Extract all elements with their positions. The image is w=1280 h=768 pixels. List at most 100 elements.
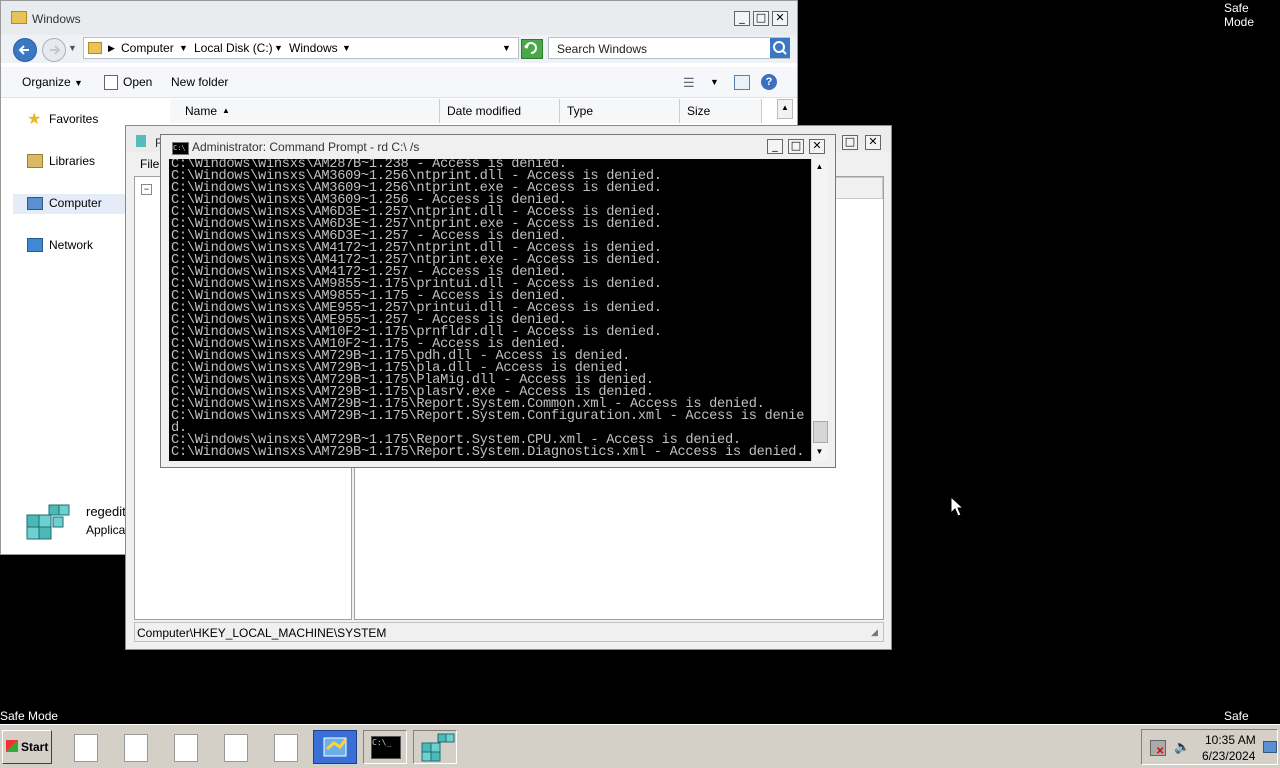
volume-muted-icon[interactable]: 🔈 (1174, 739, 1190, 755)
taskbar-app-3[interactable] (162, 730, 206, 764)
breadcrumb-computer[interactable]: Computer (121, 41, 174, 55)
address-breadcrumb[interactable]: ▶ Computer ▼ Local Disk (C:) ▼ Windows ▼… (83, 37, 519, 59)
column-header-name[interactable]: Name ▲ (170, 99, 440, 123)
folder-icon (11, 11, 27, 24)
details-file-name: regedit (86, 504, 126, 519)
taskbar-app-5[interactable] (262, 730, 306, 764)
nav-label: Computer (49, 196, 102, 210)
search-icon (773, 41, 787, 55)
sort-ascending-icon: ▲ (222, 106, 230, 115)
libraries-icon (27, 154, 43, 168)
refresh-icon (524, 42, 537, 54)
column-header-date-modified[interactable]: Date modified (440, 99, 560, 123)
breadcrumb-chevron-icon[interactable]: ▼ (342, 43, 351, 53)
open-button[interactable]: Open (123, 75, 152, 89)
maximize-button[interactable]: □ (842, 135, 858, 150)
safe-mode-label-top-right: Safe Mode (1224, 1, 1255, 29)
forward-button[interactable] (42, 38, 66, 62)
column-label: Type (567, 104, 594, 118)
taskbar-app-4[interactable] (212, 730, 256, 764)
blank-document-icon (124, 734, 148, 762)
scroll-down-button[interactable]: ▼ (812, 444, 827, 460)
taskbar-app-1[interactable] (62, 730, 106, 764)
scroll-up-button[interactable]: ▲ (812, 159, 827, 175)
address-bar-row: ▼ ▶ Computer ▼ Local Disk (C:) ▼ Windows… (1, 35, 797, 63)
breadcrumb-chevron-icon[interactable]: ▶ (108, 43, 115, 54)
preview-pane-icon[interactable] (734, 75, 750, 90)
forward-arrow-icon (50, 45, 61, 55)
organize-button[interactable]: Organize ▼ (22, 75, 83, 89)
clock-date[interactable]: 6/23/2024 (1202, 749, 1255, 763)
blank-document-icon (224, 734, 248, 762)
refresh-button[interactable] (521, 39, 543, 59)
network-icon (27, 238, 43, 252)
close-button[interactable]: ✕ (865, 135, 881, 150)
star-icon: ★ (27, 111, 42, 128)
minimize-button[interactable]: _ (734, 11, 750, 26)
resize-grip-icon[interactable]: ◢ (871, 627, 878, 638)
blank-document-icon (174, 734, 198, 762)
view-options-icon[interactable]: ☰ (683, 75, 695, 91)
cmd-app-icon: C:\_ (371, 736, 401, 759)
cmd-titlebar[interactable]: C:\ Administrator: Command Prompt - rd C… (161, 135, 835, 159)
breadcrumb-chevron-icon[interactable]: ▼ (274, 43, 283, 53)
explorer-app-icon (323, 737, 348, 757)
taskbar-app-regedit[interactable] (413, 730, 457, 764)
start-button[interactable]: Start (2, 730, 52, 764)
regedit-app-icon (26, 504, 70, 540)
open-app-icon (104, 75, 118, 90)
back-button[interactable] (13, 38, 37, 62)
nav-label: Network (49, 238, 94, 252)
maximize-button[interactable]: □ (788, 139, 804, 154)
blank-document-icon (74, 734, 98, 762)
new-folder-button[interactable]: New folder (171, 75, 228, 89)
nav-label: Libraries (49, 154, 96, 168)
chevron-down-icon: ▼ (74, 78, 83, 88)
regedit-app-icon (421, 733, 455, 762)
status-path: Computer\HKEY_LOCAL_MACHINE\SYSTEM (137, 626, 387, 640)
console-scrollbar[interactable]: ▲ ▼ (811, 159, 828, 461)
taskbar-app-explorer[interactable] (313, 730, 357, 764)
breadcrumb-windows[interactable]: Windows (289, 41, 338, 55)
column-label: Date modified (447, 104, 522, 118)
column-label: Name (185, 104, 218, 118)
minimize-button[interactable]: _ (767, 139, 783, 154)
address-history-chevron-icon[interactable]: ▼ (502, 43, 511, 53)
organize-label: Organize (22, 75, 71, 89)
taskbar-app-2[interactable] (112, 730, 156, 764)
clock-time[interactable]: 10:35 AM (1205, 733, 1256, 747)
breadcrumb-chevron-icon[interactable]: ▼ (179, 43, 188, 53)
search-input[interactable] (555, 39, 769, 59)
close-button[interactable]: ✕ (772, 11, 788, 26)
search-button[interactable] (770, 38, 790, 58)
explorer-title: Windows (32, 12, 81, 26)
taskbar-app-cmd[interactable]: C:\_ (363, 730, 407, 764)
blank-document-icon (274, 734, 298, 762)
column-header-size[interactable]: Size (680, 99, 762, 123)
mouse-cursor-icon (950, 496, 964, 517)
regedit-title-icon (136, 135, 146, 147)
collapse-icon[interactable]: − (141, 184, 152, 195)
help-icon[interactable]: ? (761, 74, 777, 90)
console-output[interactable]: C:\Windows\winsxs\AM287B~1.238 - Access … (169, 159, 811, 461)
scroll-thumb[interactable] (813, 421, 828, 443)
menu-file[interactable]: File (140, 157, 159, 171)
show-desktop-icon[interactable] (1263, 741, 1277, 753)
start-label: Start (21, 740, 49, 754)
recent-pages-chevron-icon[interactable]: ▼ (68, 43, 77, 53)
values-header (835, 177, 883, 199)
scroll-up-button[interactable]: ▲ (777, 99, 793, 119)
close-button[interactable]: ✕ (809, 139, 825, 154)
cmd-title: Administrator: Command Prompt - rd C:\ /… (192, 140, 420, 154)
breadcrumb-local-disk[interactable]: Local Disk (C:) (194, 41, 273, 55)
column-header-type[interactable]: Type (560, 99, 680, 123)
maximize-button[interactable]: □ (753, 11, 769, 26)
explorer-titlebar[interactable]: Windows _ □ ✕ (1, 1, 797, 35)
command-prompt-window: C:\ Administrator: Command Prompt - rd C… (160, 134, 836, 468)
console-line: C:\Windows\winsxs\AM729B~1.175\Report.Sy… (171, 445, 805, 460)
network-error-icon: ✕ (1156, 746, 1165, 757)
console-line: C:\Windows\winsxs\AM729B~1.175\Report.Sy… (171, 409, 805, 424)
command-bar: Organize ▼ Open New folder ☰ ▼ ? (1, 67, 797, 98)
view-chevron-down-icon[interactable]: ▼ (710, 77, 719, 87)
column-label: Size (687, 104, 711, 118)
